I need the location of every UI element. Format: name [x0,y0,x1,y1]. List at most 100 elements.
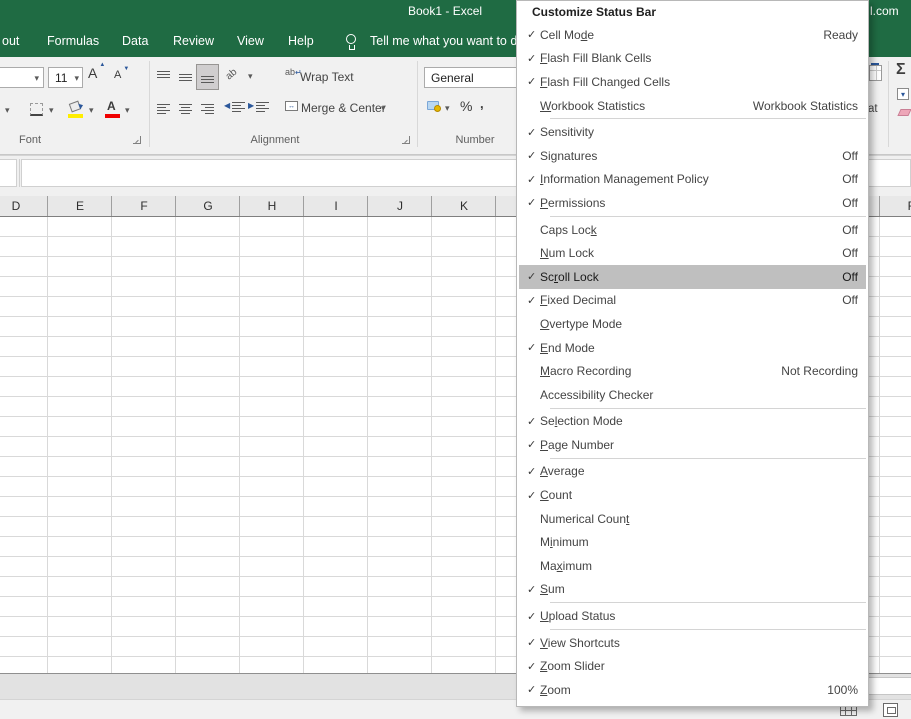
menu-item-list: ✓ Cell Mode Ready ✓ Flash Fill Blank Cells ✓ F… [517,23,868,704]
font-size-combo[interactable]: 11 ▾ [48,67,83,88]
align-left-button[interactable] [154,97,175,121]
column-header-e[interactable]: E [48,199,112,213]
bottom-align-button[interactable] [196,64,219,90]
menu-item-fixed-decimal[interactable]: ✓ Fixed Decimal Off [519,289,866,313]
menu-item-overtype-mode[interactable]: Overtype Mode [519,312,866,336]
ribbon-tab-formulas[interactable]: Formulas [47,34,99,48]
menu-item-value: Off [842,148,858,163]
format-cells-icon[interactable] [869,63,882,81]
column-header-d[interactable]: D [0,199,48,213]
borders-button[interactable] [30,103,43,116]
ribbon-tab-out[interactable]: out [2,34,19,48]
increase-font-size-button[interactable]: A [88,62,106,81]
menu-item-value: Off [842,246,858,261]
menu-item-sum[interactable]: ✓ Sum [519,578,866,602]
underline-dropdown-partial[interactable]: ▾ [5,105,10,116]
menu-item-sensitivity[interactable]: ✓ Sensitivity [519,120,866,144]
orientation-button[interactable]: ab [224,67,240,83]
menu-item-zoom[interactable]: ✓ Zoom 100% [519,678,866,702]
menu-item-flash-fill-blank-cells[interactable]: ✓ Flash Fill Blank Cells [519,47,866,71]
align-right-button[interactable] [198,97,219,121]
font-dialog-launcher[interactable] [133,136,141,144]
page-layout-view-icon[interactable] [883,703,898,717]
menu-item-signatures[interactable]: ✓ Signatures Off [519,144,866,168]
fill-color-icon[interactable] [68,100,82,113]
middle-align-button[interactable] [176,65,197,89]
alignment-dialog-launcher[interactable] [402,136,410,144]
wrap-text-button[interactable]: Wrap Text [300,70,354,84]
menu-item-accessibility-checker[interactable]: Accessibility Checker [519,383,866,407]
menu-item-upload-status[interactable]: ✓ Upload Status [519,604,866,628]
name-box[interactable] [0,159,17,187]
column-header-j[interactable]: J [368,199,432,213]
column-header-k[interactable]: K [432,199,496,213]
accounting-format-icon[interactable] [427,101,441,112]
menu-item-caps-lock[interactable]: Caps Lock Off [519,218,866,242]
menu-item-label: Minimum [540,535,589,550]
tell-me-box[interactable]: Tell me what you want to d [370,34,517,48]
merge-center-button[interactable]: Merge & Center [301,101,386,115]
menu-item-cell-mode[interactable]: ✓ Cell Mode Ready [519,23,866,47]
menu-item-workbook-statistics[interactable]: Workbook Statistics Workbook Statistics [519,94,866,118]
column-header-h[interactable]: H [240,199,304,213]
font-name-combo[interactable]: ▾ [0,67,44,88]
top-align-button[interactable] [154,65,175,89]
comma-style-button[interactable]: , [480,96,484,111]
menu-item-label: Information Management Policy [540,172,709,187]
menu-item-minimum[interactable]: Minimum [519,530,866,554]
menu-item-count[interactable]: ✓ Count [519,483,866,507]
clear-eraser-icon[interactable] [897,109,911,116]
percent-style-button[interactable]: % [460,98,472,114]
ribbon-tab-review[interactable]: Review [173,34,214,48]
column-header-f[interactable]: F [112,199,176,213]
menu-item-information-management-policy[interactable]: ✓ Information Management Policy Off [519,168,866,192]
format-label-fragment: at [868,103,878,115]
menu-item-label: Accessibility Checker [540,387,654,402]
font-color-button[interactable]: A [107,99,116,113]
menu-item-scroll-lock[interactable]: ✓ Scroll Lock Off [519,264,866,289]
menu-item-numerical-count[interactable]: Numerical Count [519,507,866,531]
chevron-down-icon: ▾ [248,71,253,81]
fill-down-icon[interactable]: ▾ [897,88,909,100]
excel-window: Book1 - Excel l.com Tell me what you wan… [0,0,911,719]
menu-item-view-shortcuts[interactable]: ✓ View Shortcuts [519,631,866,655]
menu-item-zoom-slider[interactable]: ✓ Zoom Slider [519,654,866,678]
menu-item-end-mode[interactable]: ✓ End Mode [519,336,866,360]
column-header-i[interactable]: I [304,199,368,213]
column-header-g[interactable]: G [176,199,240,213]
menu-item-label: Zoom Slider [540,659,605,674]
decrease-indent-button[interactable]: ◀ [224,101,230,110]
decrease-font-size-button[interactable]: A [114,66,130,81]
increase-indent-button[interactable]: ▶ [248,101,254,110]
menu-item-selection-mode[interactable]: ✓ Selection Mode [519,410,866,434]
menu-item-value: Off [842,172,858,187]
customize-status-bar-menu: Customize Status Bar ✓ Cell Mode Ready ✓ Fla… [516,0,869,707]
menu-item-page-number[interactable]: ✓ Page Number [519,433,866,457]
check-icon: ✓ [527,684,537,697]
middle-align-icon [179,71,192,82]
check-icon: ✓ [527,52,537,65]
ribbon-tab-data[interactable]: Data [122,34,148,48]
menu-item-permissions[interactable]: ✓ Permissions Off [519,191,866,215]
menu-item-label: Macro Recording [540,364,632,379]
window-title: Book1 - Excel [408,4,483,18]
menu-separator [550,601,866,604]
menu-item-macro-recording[interactable]: Macro Recording Not Recording [519,359,866,383]
ribbon-tab-view[interactable]: View [237,34,264,48]
autosum-button[interactable]: Σ [896,61,906,79]
menu-item-flash-fill-changed-cells[interactable]: ✓ Flash Fill Changed Cells [519,70,866,94]
check-icon: ✓ [527,29,537,42]
ribbon-tab-help[interactable]: Help [288,34,314,48]
column-header-r-partial[interactable]: R [880,199,911,213]
menu-item-label: Num Lock [540,246,595,261]
menu-item-average[interactable]: ✓ Average [519,460,866,484]
menu-item-label: End Mode [540,340,595,355]
align-center-button[interactable] [176,97,197,121]
chevron-down-icon: ▾ [125,105,130,115]
menu-item-maximum[interactable]: Maximum [519,554,866,578]
menu-item-num-lock[interactable]: Num Lock Off [519,241,866,265]
menu-item-value: Off [842,222,858,237]
check-icon: ✓ [527,173,537,186]
menu-item-value: Off [842,293,858,308]
check-icon: ✓ [527,465,537,478]
